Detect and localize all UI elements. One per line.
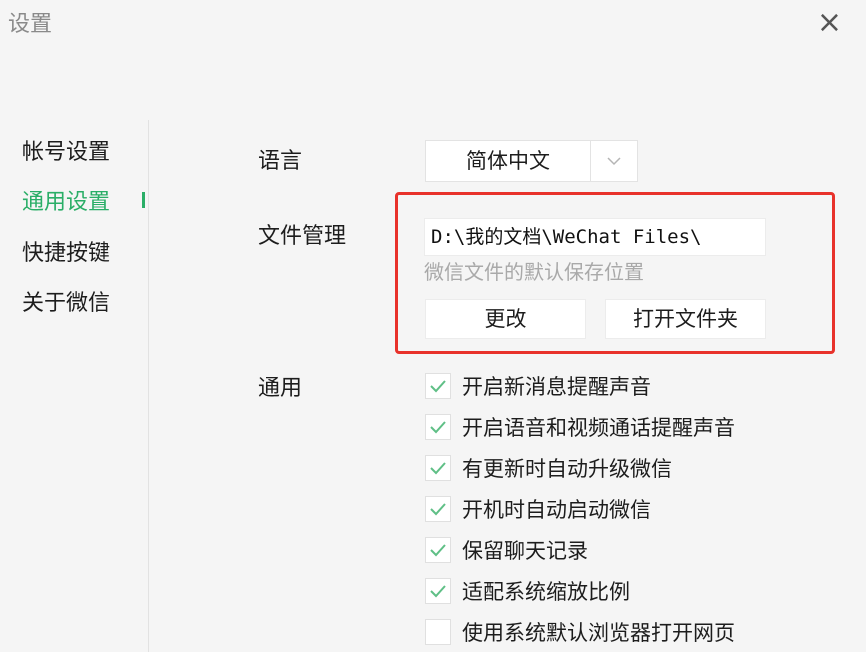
checkbox[interactable] [425, 496, 451, 522]
language-value: 简体中文 [426, 141, 591, 181]
option-system-scaling[interactable]: 适配系统缩放比例 [425, 576, 630, 606]
settings-window: 设置 × 帐号设置 通用设置 快捷按键 关于微信 语言 简体中文 文件管理 D:… [0, 0, 866, 652]
general-label: 通用 [258, 376, 303, 401]
window-title: 设置 [8, 12, 53, 37]
option-label: 开启新消息提醒声音 [462, 375, 651, 399]
sidebar-item-account[interactable]: 帐号设置 [22, 134, 110, 166]
sidebar-divider [148, 120, 149, 652]
checkbox[interactable] [425, 414, 451, 440]
language-label: 语言 [258, 149, 303, 174]
option-auto-start[interactable]: 开机时自动启动微信 [425, 494, 651, 524]
language-select[interactable]: 简体中文 [425, 140, 638, 182]
option-label: 使用系统默认浏览器打开网页 [462, 621, 735, 645]
option-label: 开启语音和视频通话提醒声音 [462, 416, 735, 440]
checkbox[interactable] [425, 455, 451, 481]
sidebar-item-general[interactable]: 通用设置 [22, 184, 110, 216]
checkbox[interactable] [425, 373, 451, 399]
save-path-hint: 微信文件的默认保存位置 [424, 260, 644, 284]
option-label: 适配系统缩放比例 [462, 580, 630, 604]
checkbox[interactable] [425, 619, 451, 645]
option-label: 保留聊天记录 [462, 539, 588, 563]
chevron-down-icon[interactable] [591, 141, 637, 181]
file-management-label: 文件管理 [258, 224, 347, 249]
save-path-field[interactable]: D:\我的文档\WeChat Files\ [424, 218, 766, 256]
active-indicator [142, 192, 145, 208]
option-default-browser[interactable]: 使用系统默认浏览器打开网页 [425, 617, 735, 647]
checkbox[interactable] [425, 537, 451, 563]
option-keep-chat-history[interactable]: 保留聊天记录 [425, 535, 588, 565]
open-folder-button[interactable]: 打开文件夹 [605, 299, 766, 339]
change-path-button[interactable]: 更改 [425, 299, 586, 339]
sidebar-item-shortcuts[interactable]: 快捷按键 [22, 235, 110, 267]
close-icon[interactable]: × [817, 8, 842, 38]
checkbox[interactable] [425, 578, 451, 604]
option-call-sound[interactable]: 开启语音和视频通话提醒声音 [425, 412, 735, 442]
option-label: 开机时自动启动微信 [462, 498, 651, 522]
option-auto-update[interactable]: 有更新时自动升级微信 [425, 453, 672, 483]
option-new-message-sound[interactable]: 开启新消息提醒声音 [425, 371, 651, 401]
option-label: 有更新时自动升级微信 [462, 457, 672, 481]
sidebar-item-about[interactable]: 关于微信 [22, 285, 110, 317]
